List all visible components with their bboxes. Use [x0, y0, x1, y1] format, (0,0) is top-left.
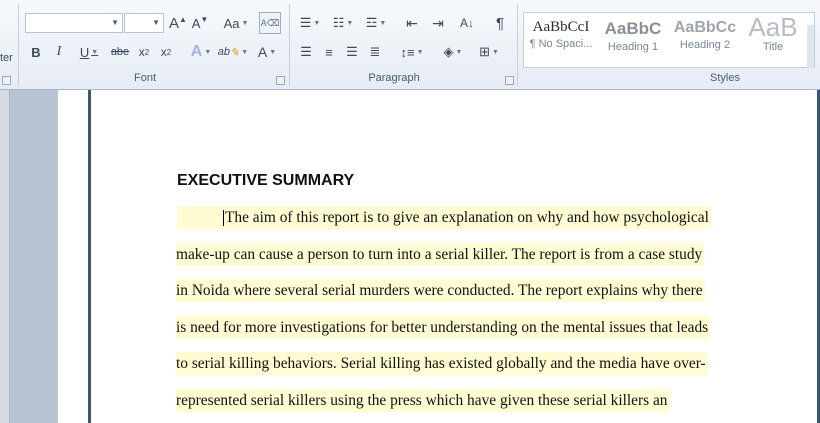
group-separator — [18, 4, 19, 86]
italic-icon: I — [56, 44, 62, 59]
shrink-font-icon: A — [191, 15, 201, 31]
page-margin-line-left — [88, 90, 91, 423]
styles-group-label: Styles — [710, 72, 740, 84]
multilevel-list-button[interactable]: ☲ ▼ — [363, 14, 389, 32]
highlight-button[interactable]: ab ✎ ▼ — [217, 43, 248, 61]
align-left-icon: ☰ — [300, 44, 312, 59]
bullets-button[interactable]: ☰ ▼ — [297, 14, 323, 32]
line-spacing-button[interactable]: ↕≡ ▼ — [398, 43, 426, 61]
highlight-icon: ab — [217, 46, 231, 58]
chevron-down-icon: ▼ — [152, 18, 160, 27]
bullets-icon: ☰ — [299, 15, 312, 30]
text-line[interactable]: in Noida where several serial murders we… — [176, 279, 705, 302]
text-line[interactable]: to serial killing behaviors. Serial kill… — [176, 352, 708, 375]
font-group-label: Font — [133, 72, 156, 84]
style-sample: AaBbC — [604, 19, 662, 38]
borders-button[interactable]: ⊞ ▼ — [475, 43, 503, 61]
style-name: Title — [762, 41, 784, 53]
text-line-content: make-up can cause a person to turn into … — [176, 246, 703, 263]
font-color-icon: A — [257, 44, 268, 60]
style-sample: AaB — [748, 15, 798, 39]
group-separator — [517, 4, 518, 86]
shrink-font-button[interactable]: A ▼ — [191, 14, 209, 32]
align-left-button[interactable]: ☰ — [297, 43, 315, 61]
styles-gallery-scroll[interactable] — [807, 25, 814, 69]
superscript-button[interactable]: x2 — [157, 43, 175, 61]
strikethrough-icon: abe — [110, 46, 130, 58]
clear-formatting-icon: A⌫ — [260, 17, 280, 28]
change-case-icon: Aa — [223, 15, 240, 31]
style-title[interactable]: AaB Title — [742, 15, 804, 65]
bold-icon: B — [31, 44, 41, 60]
borders-icon: ⊞ — [479, 44, 490, 59]
strikethrough-button[interactable]: abe — [109, 43, 131, 61]
multilevel-list-icon: ☲ — [365, 15, 378, 30]
text-line[interactable]: represented serial killers using the pre… — [176, 389, 670, 412]
sort-button[interactable]: A↓ — [457, 14, 477, 32]
numbering-icon: ☷ — [332, 15, 345, 30]
text-line-content: to serial killing behaviors. Serial kill… — [176, 355, 706, 372]
clear-formatting-button[interactable]: A⌫ — [259, 12, 281, 34]
style-heading-1[interactable]: AaBbC Heading 1 — [598, 15, 668, 65]
grow-font-button[interactable]: A ▲ — [168, 14, 188, 32]
text-line[interactable]: The aim of this report is to give an exp… — [177, 206, 711, 229]
style-sample: AaBbCcI — [532, 19, 590, 35]
text-effects-icon: A — [190, 43, 203, 60]
styles-gallery[interactable]: AaBbCcI ¶ No Spaci... AaBbC Heading 1 Aa… — [523, 12, 815, 69]
text-line-content: represented serial killers using the pre… — [176, 392, 668, 409]
text-effects-button[interactable]: A ▼ — [186, 42, 216, 62]
text-cursor — [223, 210, 224, 227]
paragraph-group-label: Paragraph — [368, 72, 420, 84]
navigation-strip — [0, 90, 10, 423]
font-name-combo[interactable]: ▼ — [25, 13, 123, 33]
style-no-spacing[interactable]: AaBbCcI ¶ No Spaci... — [526, 15, 596, 65]
font-size-combo[interactable]: ▼ — [124, 13, 164, 33]
document-area: EXECUTIVE SUMMARY The aim of this report… — [0, 90, 820, 423]
clipboard-partial-label: ter — [0, 52, 13, 64]
style-sample: AaBbCc — [673, 19, 737, 36]
align-center-button[interactable]: ≡ — [320, 43, 338, 61]
italic-button[interactable]: I — [51, 43, 67, 61]
style-heading-2[interactable]: AaBbCc Heading 2 — [670, 15, 740, 65]
style-name: Heading 1 — [607, 41, 659, 53]
text-line-content: The aim of this report is to give an exp… — [225, 209, 709, 226]
shading-button[interactable]: ◈ ▼ — [439, 43, 467, 61]
align-right-icon: ☰ — [346, 44, 358, 59]
style-name: ¶ No Spaci... — [529, 38, 593, 50]
ribbon: ter ▼ ▼ A ▲ A ▼ Aa ▼ A⌫ B I U ▼ abe x2 x2 A ▼… — [0, 0, 820, 90]
align-center-icon: ≡ — [325, 44, 333, 60]
justify-button[interactable]: ≣ — [366, 43, 384, 61]
bold-button[interactable]: B — [28, 43, 44, 61]
document-heading[interactable]: EXECUTIVE SUMMARY — [177, 172, 354, 190]
increase-indent-icon: ⇥ — [432, 14, 444, 31]
change-case-button[interactable]: Aa ▼ — [222, 14, 250, 32]
underline-button[interactable]: U ▼ — [74, 43, 104, 61]
text-line[interactable]: make-up can cause a person to turn into … — [176, 243, 705, 266]
decrease-indent-icon: ⇤ — [406, 14, 418, 31]
paragraph-mark-icon: ¶ — [495, 14, 505, 32]
font-dialog-launcher[interactable] — [276, 76, 285, 85]
paragraph-dialog-launcher[interactable] — [505, 76, 514, 85]
numbering-button[interactable]: ☷ ▼ — [330, 14, 356, 32]
paint-bucket-icon: ◈ — [443, 44, 454, 59]
sort-icon: A↓ — [459, 16, 474, 30]
show-formatting-marks-button[interactable]: ¶ — [490, 14, 510, 32]
style-name: Heading 2 — [679, 39, 731, 51]
font-color-button[interactable]: A ▼ — [254, 42, 280, 62]
clipboard-dialog-launcher[interactable] — [2, 76, 11, 85]
justify-icon: ≣ — [369, 44, 381, 59]
line-spacing-icon: ↕≡ — [400, 44, 415, 60]
grow-font-icon: A — [169, 14, 180, 32]
group-separator — [289, 4, 290, 86]
text-line[interactable]: is need for more investigations for bett… — [176, 316, 711, 339]
underline-icon: U — [79, 44, 90, 60]
text-line-content: is need for more investigations for bett… — [176, 319, 709, 336]
decrease-indent-button[interactable]: ⇤ — [402, 14, 422, 32]
align-right-button[interactable]: ☰ — [343, 43, 361, 61]
chevron-down-icon: ▼ — [111, 18, 119, 27]
text-line-content: in Noida where several serial murders we… — [176, 282, 703, 299]
subscript-button[interactable]: x2 — [135, 43, 153, 61]
increase-indent-button[interactable]: ⇥ — [428, 14, 448, 32]
